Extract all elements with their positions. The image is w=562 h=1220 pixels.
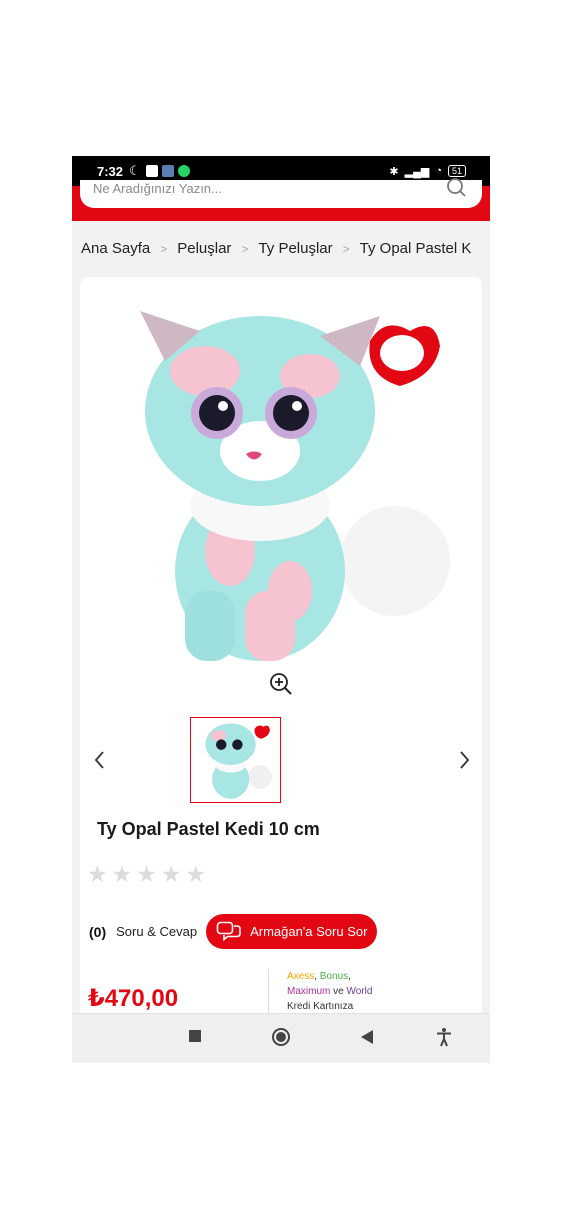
breadcrumb-item-ty-peluslar[interactable]: Ty Peluşlar: [258, 240, 332, 257]
nav-square-icon[interactable]: [188, 1029, 202, 1043]
accessibility-icon[interactable]: [436, 1027, 452, 1047]
chevron-left-icon[interactable]: [94, 750, 106, 770]
qa-row: (0) Soru & Cevap Armağan'a Soru Sor: [89, 914, 378, 949]
product-title: Ty Opal Pastel Kedi 10 cm: [97, 819, 320, 839]
search-input[interactable]: [93, 180, 423, 196]
product-card: Ty Opal Pastel Kedi 10 cm ★ ★ ★ ★ ★ (0) …: [80, 277, 482, 1063]
ask-question-button[interactable]: Armağan'a Soru Sor: [206, 914, 378, 949]
breadcrumb-separator: >: [241, 241, 249, 256]
star-icon[interactable]: ★: [186, 862, 207, 887]
product-price: ₺470,00: [88, 985, 179, 1012]
offer-world: World: [346, 986, 373, 997]
product-thumbnail[interactable]: [190, 717, 281, 803]
site-header: [72, 178, 490, 221]
search-bar[interactable]: [80, 178, 482, 208]
phone-screen: 7:32 ☾ ✱ ▂▄▆ ◔ 51 Ana Sayfa > Peluşlar >…: [72, 156, 490, 1063]
bluetooth-icon: ✱: [389, 165, 399, 178]
breadcrumb-item-peluslar[interactable]: Peluşlar: [177, 240, 231, 257]
moon-icon: ☾: [129, 163, 141, 178]
offer-maximum: Maximum: [287, 986, 331, 997]
whatsapp-icon: [177, 165, 190, 177]
product-image[interactable]: [110, 291, 450, 671]
nav-home-icon[interactable]: [271, 1027, 291, 1047]
star-icon[interactable]: ★: [161, 862, 182, 887]
status-time: 7:32: [97, 163, 124, 179]
rating-stars[interactable]: ★ ★ ★ ★ ★: [87, 862, 206, 887]
google-app-icon: [145, 165, 158, 177]
offer-suffix: Kredi Kartınıza: [287, 1001, 354, 1012]
breadcrumb-item-current: Ty Opal Pastel K: [359, 240, 472, 257]
offer-bonus: Bonus: [319, 971, 349, 982]
star-icon[interactable]: ★: [136, 862, 157, 887]
chat-icon: [216, 921, 241, 941]
thumbnail-image: [205, 723, 273, 799]
ask-button-label: Armağan'a Soru Sor: [250, 924, 368, 939]
offer-axess: Axess: [287, 971, 315, 982]
breadcrumb-separator: >: [160, 241, 168, 256]
star-icon[interactable]: ★: [87, 862, 108, 887]
android-nav-bar: [72, 1013, 490, 1063]
nav-back-icon[interactable]: [360, 1029, 374, 1045]
credit-card-offer: Axess, Bonus, Maximum ve World Kredi Kar…: [287, 971, 373, 1012]
chevron-right-icon[interactable]: [458, 750, 470, 770]
battery-icon: 51: [447, 165, 466, 177]
qa-count[interactable]: (0): [89, 924, 106, 940]
app-icon: [161, 165, 174, 177]
qa-label[interactable]: Soru & Cevap: [116, 924, 197, 939]
search-icon[interactable]: [446, 178, 468, 198]
zoom-in-icon[interactable]: [269, 672, 293, 696]
signal-icon: ▂▄▆: [404, 165, 430, 178]
breadcrumb: Ana Sayfa > Peluşlar > Ty Peluşlar > Ty …: [81, 240, 471, 257]
wifi-icon: ◔: [435, 165, 442, 177]
breadcrumb-item-home[interactable]: Ana Sayfa: [81, 240, 150, 257]
offer-and: ve: [333, 986, 344, 997]
star-icon[interactable]: ★: [112, 862, 133, 887]
breadcrumb-separator: >: [342, 241, 350, 256]
